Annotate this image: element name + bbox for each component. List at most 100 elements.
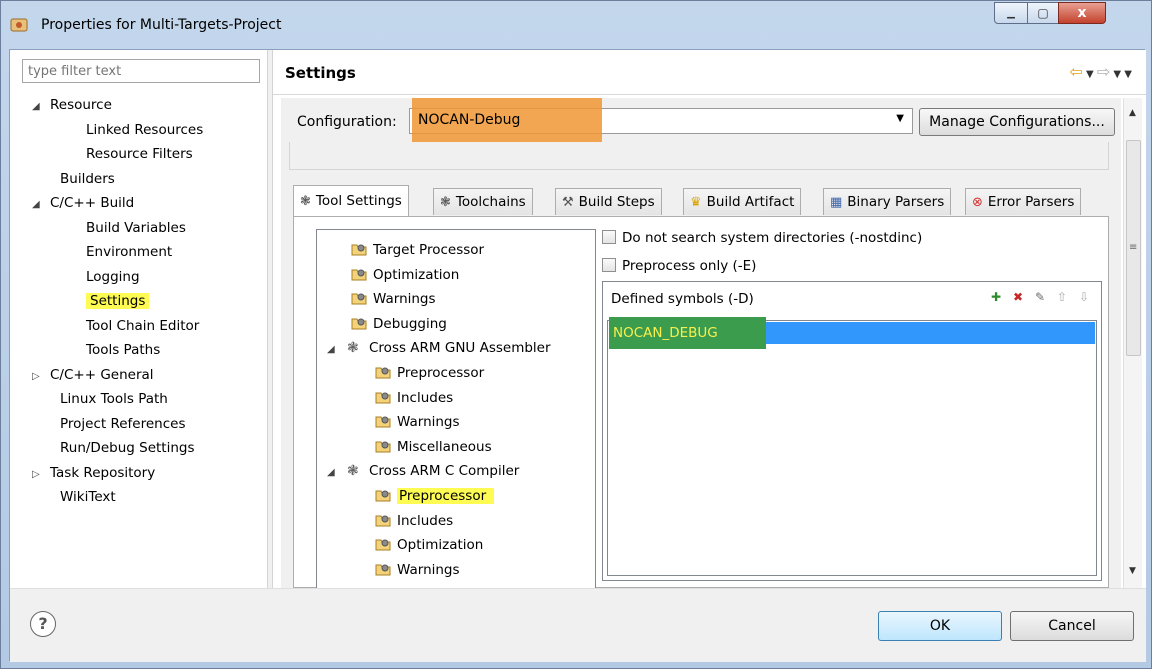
tree-item-optimization[interactable]: Optimization [375,533,483,557]
tree-item-includes[interactable]: Includes [375,509,453,533]
binary-icon: ▦ [830,195,843,210]
tree-item-preprocessor[interactable]: Preprocessor [375,484,495,508]
nostdinc-checkbox[interactable] [602,230,616,244]
add-icon[interactable]: ✚ [987,288,1005,306]
manage-configurations-button[interactable]: Manage Configurations... [919,108,1115,136]
gear-icon: ❃ [300,194,311,209]
sidebar-item-resource-filters[interactable]: Resource Filters [86,143,193,165]
tab-tool-settings[interactable]: ❃ Tool Settings [293,185,409,216]
minimize-button[interactable]: ▁ [994,2,1028,24]
move-up-icon[interactable]: ⇧ [1053,288,1071,306]
tab-label: Toolchains [455,194,526,210]
expanded-icon[interactable]: ◢ [327,338,341,362]
configuration-value: NOCAN-Debug [418,112,521,128]
sidebar-item-tool-chain-editor[interactable]: Tool Chain Editor [86,315,199,337]
tree-item-warnings[interactable]: Warnings [351,287,436,311]
symbols-toolbar: ✚ ✖ ✎ ⇧ ⇩ [987,288,1093,308]
sidebar-item-c-c-build[interactable]: ◢ C/C++ Build [32,192,134,214]
move-down-icon[interactable]: ⇩ [1075,288,1093,306]
tree-item-warnings[interactable]: Warnings [375,410,460,434]
sidebar-item-label: Resource Filters [86,146,193,162]
expanded-icon[interactable]: ◢ [327,461,341,485]
tool-settings-tree: Target Processor Optimization Warnings Debu… [316,229,596,589]
tab-build-artifact[interactable]: ♛ Build Artifact [683,188,802,215]
sidebar-item-logging[interactable]: Logging [86,266,140,288]
view-menu-icon[interactable]: ▼ [1124,69,1132,80]
tree-item-label: Cross ARM C Compiler [369,463,520,480]
back-arrow-icon[interactable]: ⇦ [1069,62,1082,81]
page-title: Settings [285,64,356,82]
dialog-footer: ? OK Cancel [10,588,1146,662]
sidebar-item-builders[interactable]: Builders [60,168,115,190]
sidebar-item-label: Linked Resources [86,121,204,138]
tree-item-target-processor[interactable]: Target Processor [351,238,484,262]
title-bar[interactable]: Properties for Multi-Targets-Project ▁ ▢… [1,1,1151,49]
sidebar-item-run-debug-settings[interactable]: Run/Debug Settings [60,437,195,459]
sidebar-item-tools-paths[interactable]: Tools Paths [86,339,160,361]
preprocess-only-checkbox[interactable] [602,258,616,272]
tree-item-includes[interactable]: Includes [375,386,453,410]
cancel-button[interactable]: Cancel [1010,611,1134,641]
expanded-icon[interactable]: ◢ [32,96,46,118]
collapsed-icon[interactable]: ▷ [32,464,46,486]
forward-arrow-icon[interactable]: ⇨ [1097,62,1110,81]
vertical-scrollbar[interactable]: ▲ ≡ ▼ [1123,98,1142,588]
minimize-icon: ▁ [1007,7,1015,19]
hammer-icon: ⚒ [562,195,574,210]
sidebar-item-project-references[interactable]: Project References [60,413,186,435]
tab-error-parsers[interactable]: ⊗ Error Parsers [965,188,1082,215]
nostdinc-option[interactable]: Do not search system directories (-nostd… [602,227,922,249]
sidebar-item-label: Environment [86,244,173,260]
sidebar-item-label: Tool Chain Editor [86,317,200,334]
tree-item-preprocessor[interactable]: Preprocessor [375,361,484,385]
delete-icon[interactable]: ✖ [1009,288,1027,306]
sidebar-item-c-c-general[interactable]: ▷ C/C++ General [32,364,154,386]
ok-button[interactable]: OK [878,611,1002,641]
option-page-icon [375,539,391,551]
tree-item-debugging[interactable]: Debugging [351,312,447,336]
option-page-icon [351,244,367,256]
preprocess-only-option[interactable]: Preprocess only (-E) [602,255,756,277]
tree-item-miscellaneous[interactable]: Miscellaneous [375,435,492,459]
sidebar-item-label: Logging [86,268,140,285]
maximize-button[interactable]: ▢ [1027,2,1059,24]
close-button[interactable]: x [1058,2,1106,24]
sidebar-item-build-variables[interactable]: Build Variables [86,217,186,239]
tab-binary-parsers[interactable]: ▦ Binary Parsers [823,188,952,215]
tree-item-optimization[interactable]: Optimization [351,263,459,287]
defined-symbols-list[interactable]: NOCAN_DEBUG [607,317,1097,576]
defined-symbols-group: Defined symbols (-D) ✚ ✖ ✎ ⇧ ⇩ NOCAN_DEB [602,281,1102,581]
sidebar-item-linux-tools-path[interactable]: Linux Tools Path [60,388,168,410]
window-title: Properties for Multi-Targets-Project [41,17,282,33]
tab-label: Build Steps [578,194,655,210]
edit-icon[interactable]: ✎ [1031,288,1049,306]
tree-item-cross-arm-c-compiler[interactable]: ◢ ❃ Cross ARM C Compiler [327,459,519,483]
sidebar-item-label: Resource [50,97,112,113]
tree-item-warnings[interactable]: Warnings [375,558,460,582]
sidebar-item-settings[interactable]: Settings [86,290,150,312]
tab-toolchains[interactable]: ❃ Toolchains [433,188,533,215]
sidebar-item-linked-resources[interactable]: Linked Resources [86,119,203,141]
list-item[interactable]: NOCAN_DEBUG [609,317,1095,349]
tab-build-steps[interactable]: ⚒ Build Steps [555,188,662,215]
help-icon[interactable]: ? [30,611,56,637]
properties-window: Properties for Multi-Targets-Project ▁ ▢… [0,0,1152,669]
forward-dropdown-icon[interactable]: ▼ [1110,69,1124,80]
sidebar-item-environment[interactable]: Environment [86,241,172,263]
option-page-icon [375,392,391,404]
tree-item-label: Miscellaneous [397,438,492,455]
scroll-down-icon[interactable]: ▼ [1129,566,1136,576]
expanded-icon[interactable]: ◢ [32,194,46,216]
option-page-icon [351,269,367,281]
back-dropdown-icon[interactable]: ▼ [1083,69,1097,80]
sidebar-item-resource[interactable]: ◢ Resource [32,94,112,116]
sidebar-item-task-repository[interactable]: ▷ Task Repository [32,462,155,484]
sidebar-item-wikitext[interactable]: WikiText [60,486,116,508]
scroll-up-icon[interactable]: ▲ [1129,108,1136,118]
option-page-icon [351,318,367,330]
tree-item-label: Includes [397,389,454,406]
filter-input[interactable] [22,59,260,83]
tree-item-cross-arm-gnu-assembler[interactable]: ◢ ❃ Cross ARM GNU Assembler [327,336,551,360]
tree-item-label: Optimization [397,537,484,554]
collapsed-icon[interactable]: ▷ [32,366,46,388]
